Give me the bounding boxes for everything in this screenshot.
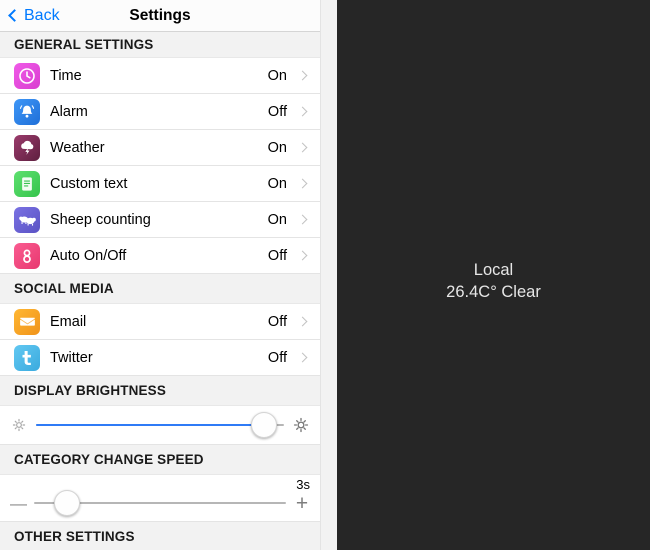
sheep-icon	[14, 206, 40, 233]
list-item-value: Off	[267, 349, 287, 366]
list-item-value: On	[267, 67, 287, 84]
list-item-time[interactable]: Time On	[0, 58, 320, 94]
envelope-icon	[14, 308, 40, 335]
preview-conditions: 26.4C° Clear	[446, 283, 541, 301]
list-item-twitter[interactable]: Twitter Off	[0, 340, 320, 376]
list-item-label: Alarm	[50, 103, 88, 120]
preview-location: Local	[473, 260, 514, 279]
plus-icon: +	[295, 491, 309, 515]
list-item-value: Off	[267, 103, 287, 120]
list-item-label: Weather	[50, 139, 105, 156]
list-item-value: Off	[267, 313, 287, 330]
section-header-display-brightness: DISPLAY BRIGHTNESS	[0, 376, 320, 406]
sun-small-icon	[12, 418, 26, 432]
chevron-left-icon	[8, 9, 21, 22]
clock-preview-panel[interactable]: Local 26.4C° Clear	[337, 0, 650, 550]
list-item-custom-text[interactable]: Custom text On	[0, 166, 320, 202]
general-settings-list: Time On Alarm Off Weather On Custom text…	[0, 58, 320, 274]
back-button[interactable]: Back	[8, 6, 60, 25]
list-item-weather[interactable]: Weather On	[0, 130, 320, 166]
brightness-slider-block	[0, 406, 320, 445]
document-icon	[14, 170, 40, 197]
section-header-category-change-speed: CATEGORY CHANGE SPEED	[0, 445, 320, 475]
settings-panel: Back Settings GENERAL SETTINGS Time On A…	[0, 0, 321, 550]
minus-icon: —	[10, 493, 27, 513]
brightness-slider-knob[interactable]	[251, 412, 278, 438]
power-loop-icon	[14, 242, 40, 269]
brightness-track-fill	[36, 423, 265, 427]
category-speed-track[interactable]	[34, 490, 286, 516]
clock-icon	[14, 62, 40, 89]
chevron-right-icon	[297, 70, 308, 81]
chevron-right-icon	[297, 178, 308, 189]
app-screen: Back Settings GENERAL SETTINGS Time On A…	[0, 0, 650, 550]
list-item-sheep-counting[interactable]: Sheep counting On	[0, 202, 320, 238]
list-item-value: On	[267, 211, 287, 228]
brightness-track[interactable]	[36, 412, 284, 438]
brightness-slider-row[interactable]	[0, 406, 320, 444]
navigation-bar: Back Settings	[0, 0, 320, 32]
list-item-auto-on-off[interactable]: Auto On/Off Off	[0, 238, 320, 274]
section-header-other-settings: OTHER SETTINGS	[0, 522, 320, 550]
list-item-label: Sheep counting	[50, 211, 151, 228]
list-item-label: Twitter	[50, 349, 93, 366]
list-item-label: Custom text	[50, 175, 128, 192]
category-speed-slider-row[interactable]: — +	[0, 475, 320, 521]
chevron-right-icon	[297, 316, 308, 327]
section-header-social-media: SOCIAL MEDIA	[0, 274, 320, 304]
chevron-right-icon	[297, 142, 308, 153]
chevron-right-icon	[297, 250, 308, 261]
list-item-label: Email	[50, 313, 87, 330]
list-item-alarm[interactable]: Alarm Off	[0, 94, 320, 130]
list-item-value: On	[267, 175, 287, 192]
sun-large-icon	[293, 417, 309, 433]
back-button-label: Back	[24, 6, 60, 24]
social-media-list: Email Off Twitter Off	[0, 304, 320, 376]
list-item-email[interactable]: Email Off	[0, 304, 320, 340]
weather-readout: Local 26.4C° Clear	[446, 259, 541, 304]
chevron-right-icon	[297, 106, 308, 117]
chevron-right-icon	[297, 214, 308, 225]
category-speed-slider-block: 3s — +	[0, 475, 320, 522]
storm-cloud-icon	[14, 134, 40, 161]
twitter-bird-icon	[14, 344, 40, 371]
chevron-right-icon	[297, 352, 308, 363]
list-item-label: Time	[50, 67, 82, 84]
category-speed-slider-knob[interactable]	[53, 490, 80, 516]
list-item-label: Auto On/Off	[50, 247, 127, 264]
list-item-value: Off	[267, 247, 287, 264]
bell-icon	[14, 98, 40, 125]
section-header-general: GENERAL SETTINGS	[0, 32, 320, 58]
list-item-value: On	[267, 139, 287, 156]
